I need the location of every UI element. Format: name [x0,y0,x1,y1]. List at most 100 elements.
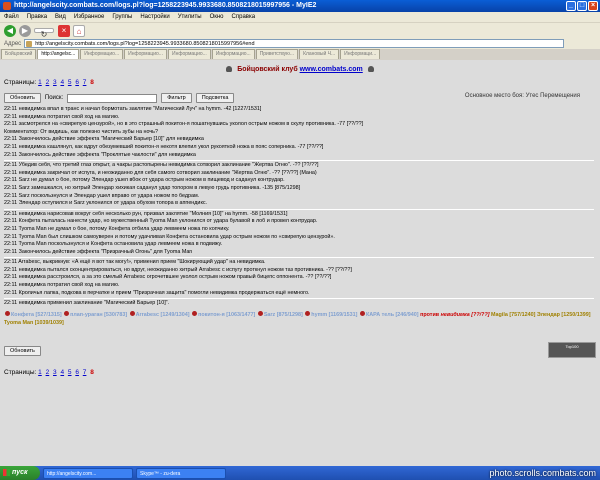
fighter[interactable]: КАРА тель [246/940] [366,312,419,318]
page-link[interactable]: 3 [53,369,57,376]
menu-settings[interactable]: Настройки [140,12,169,22]
battle-log: 22:11 невидимка впал в транс и начал бор… [0,106,600,308]
log-line: 22:11 невидимка кашлянул, как вдруг обез… [4,143,324,150]
close-button[interactable]: × [588,1,598,11]
pages-label: Страницы: [4,369,37,376]
page-link[interactable]: 2 [46,369,50,376]
forward-arrow-icon[interactable]: ▶ [19,24,31,37]
log-line: 22:11 невидимка нарисовав вокруг себя не… [4,210,288,217]
fighter[interactable]: покитон-я [1063/1477] [198,312,255,318]
tab-item[interactable]: Бойцовский [1,49,37,59]
highlight-button[interactable]: Подсветка [195,93,235,103]
page-link[interactable]: 4 [60,369,64,376]
search-label: Поиск: [44,95,64,101]
log-line: 22:11 Закончилось действие эффекта "Прок… [4,151,196,158]
page-link[interactable]: 5 [68,369,72,376]
refresh-button-bottom[interactable]: Обновить [4,346,41,356]
menu-tools[interactable]: Утилиты [178,12,202,22]
clan-shield-icon [5,311,10,317]
clan-shield-icon [359,311,365,317]
nav-toolbar: ◀ ▶ ↻ × ⌂ [0,22,600,39]
tab-item[interactable]: Информацио... [124,49,167,59]
tab-item[interactable]: Клановый Ч... [299,49,340,59]
page-link[interactable]: 6 [75,79,79,86]
stop-icon[interactable]: × [58,24,70,37]
fighters-roster: Конфета [527/1315] плап-ураган [530/783]… [0,308,600,327]
tab-item[interactable]: Информаци... [340,49,381,59]
log-line: 22:11 Sarz не думал о бое, потому Эленда… [4,177,285,184]
menu-file[interactable]: Файл [4,12,19,22]
fighter[interactable]: Конфета [527/1315] [11,312,62,318]
log-separator [4,208,594,210]
page-link[interactable]: 6 [75,369,79,376]
page-current: 8 [90,79,94,86]
tab-item[interactable]: Информацио... [80,49,124,59]
fighter[interactable]: Sarz [875/1298] [264,312,303,318]
page-link[interactable]: 3 [53,79,57,86]
fighter[interactable]: Magila [757/1240] [491,312,535,318]
page-link[interactable]: 2 [46,79,50,86]
fighter[interactable]: Элендар [1250/1399] [537,312,591,318]
log-separator [4,160,594,162]
skull-icon [226,66,233,72]
pagination-top: Страницы: 1 2 3 4 5 6 7 8 [0,76,600,90]
tab-item[interactable]: Приветствую... [255,49,299,59]
page-link[interactable]: 7 [83,369,87,376]
log-line: 22:11 Элендар оступился и Sarz уклонился… [4,200,208,207]
fighter[interactable]: невидимка [??/??] [441,312,490,318]
fighter[interactable]: Arrabesc [1249/1304] [136,312,190,318]
log-line: 22:11 Закончилось действие эффекта "Приз… [4,248,193,255]
fighter[interactable]: hymm [1169/1531] [311,312,357,318]
menu-view[interactable]: Вид [55,12,66,22]
tab-item[interactable]: Информацио... [167,49,211,59]
menu-favorites[interactable]: Избранное [74,12,104,22]
club-link[interactable]: www.combats.com [300,66,363,73]
clan-shield-icon [257,311,263,317]
versus-label: против [420,311,440,318]
menu-groups[interactable]: Группы [112,12,132,22]
page-link[interactable]: 1 [38,369,42,376]
taskbar-item[interactable]: http://angelscity.com... [43,467,133,479]
pages-label: Страницы: [4,79,37,86]
menu-window[interactable]: Окно [210,12,224,22]
refresh-icon[interactable]: ↻ [34,28,54,39]
start-label: пуск [12,469,28,476]
log-line: 22:11 Tyoma Man поскользнулся и Конфета … [4,241,223,248]
club-header: Бойцовский клуб www.combats.com [0,60,600,76]
menu-help[interactable]: Справка [232,12,256,22]
fighter[interactable]: Tyoma Man [1039/1039] [4,320,64,326]
menu-edit[interactable]: Правка [27,12,47,22]
search-input[interactable] [67,93,158,103]
back-arrow-icon[interactable]: ◀ [4,24,16,37]
tab-item-active[interactable]: http://angelsc... [37,49,80,59]
tab-item[interactable]: Информацио... [211,49,255,59]
taskbar-item[interactable]: Skype™ - zu-dera [136,467,226,479]
log-line: 22:11 Arrabesc, выкрикнув: «А ещё я вот … [4,259,266,266]
log-line: 22:11 невидимка потратил свой ход на маг… [4,113,120,120]
filter-button[interactable]: Фильтр [161,93,192,103]
log-line: 22:11 невидимка расстроился, а за это см… [4,274,332,281]
window-controls: _ □ × [566,1,598,11]
browser-app-icon [3,2,11,10]
page-link[interactable]: 7 [83,79,87,86]
fighter[interactable]: плап-ураган [530/783] [70,312,127,318]
menu-bar: Файл Правка Вид Избранное Группы Настрой… [0,12,600,22]
club-name: Бойцовский клуб [237,66,298,73]
home-icon[interactable]: ⌂ [73,24,85,37]
maximize-button[interactable]: □ [577,1,587,11]
address-url: http://angelscity.combats.com/logs.pl?lo… [35,41,255,47]
page-current: 8 [90,369,94,376]
page-link[interactable]: 5 [68,79,72,86]
skull-icon [367,66,374,72]
page-link[interactable]: 1 [38,79,42,86]
page-link[interactable]: 4 [60,79,64,86]
clan-shield-icon [192,311,198,317]
counter-banner[interactable]: Top100 [548,342,596,358]
log-line: 22:11 Конфета пыталась нанести удар, но … [4,218,318,225]
refresh-button[interactable]: Обновить [4,93,41,103]
start-button[interactable]: пуск [0,466,40,480]
address-input[interactable]: http://angelscity.combats.com/logs.pl?lo… [24,39,565,48]
minimize-button[interactable]: _ [566,1,576,11]
log-line: 22:11 невидимка пытался сконцентрировать… [4,266,352,273]
log-line: 22:11 невидимка применил заклинание "Маг… [4,300,170,307]
